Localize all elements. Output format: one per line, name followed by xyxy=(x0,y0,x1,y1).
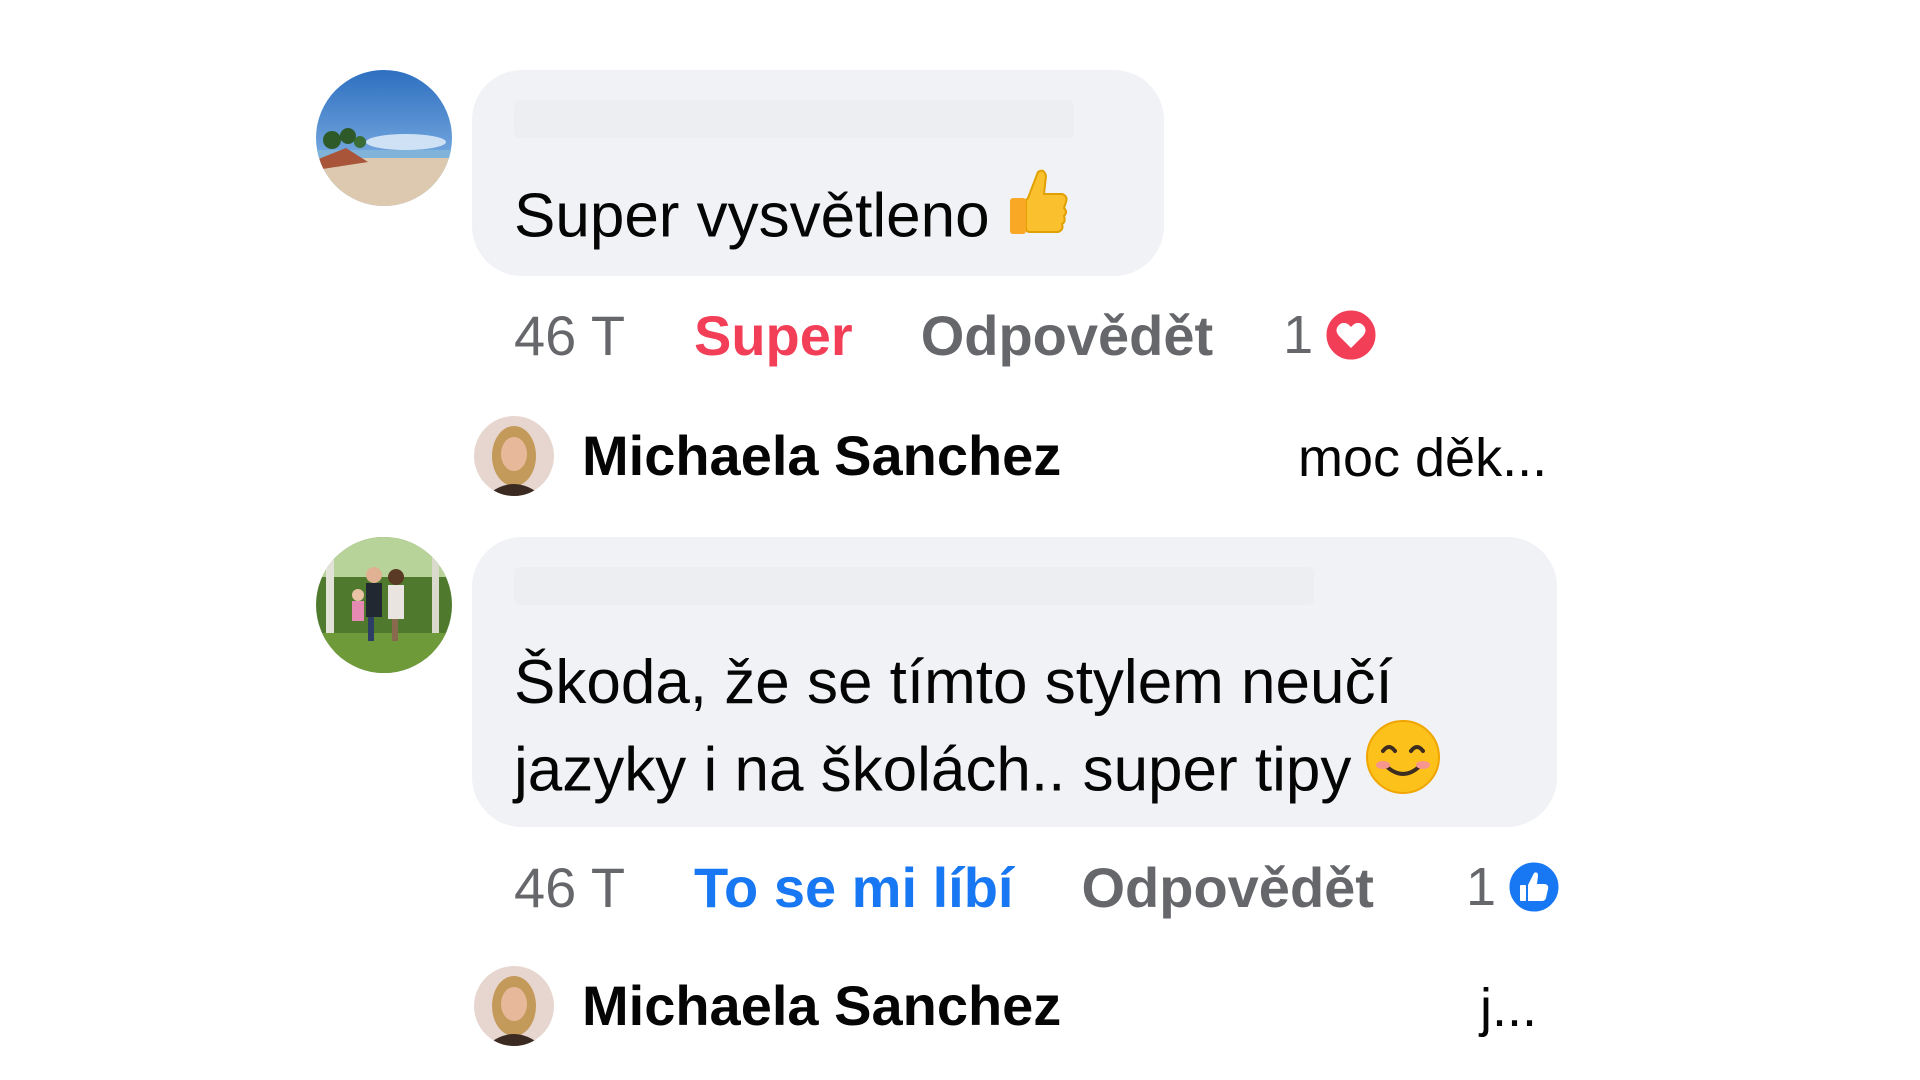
comment-actions: 46 T To se mi líbí Odpovědět 1 xyxy=(514,852,1562,922)
reply-snippet: j... xyxy=(1480,978,1538,1038)
family-photo xyxy=(316,537,452,673)
commenter-avatar-family[interactable] xyxy=(316,537,452,673)
reply-author-name[interactable]: Michaela Sanchez xyxy=(582,974,1061,1038)
comment-bubble: Super vysvětleno xyxy=(472,70,1164,276)
comment-timestamp[interactable]: 46 T xyxy=(514,855,694,920)
reply-preview-row[interactable]: Michaela Sanchez j... xyxy=(474,966,1574,1046)
reply-author-avatar xyxy=(474,416,554,496)
reply-preview-row[interactable]: Michaela Sanchez moc děk... xyxy=(474,416,1574,496)
beach-photo xyxy=(316,70,452,206)
comment-text: Škoda, že se tímto stylem neučí jazyky i… xyxy=(514,641,1524,823)
commenter-avatar-beach[interactable] xyxy=(316,70,452,206)
reaction-love-button[interactable]: Super xyxy=(694,303,853,368)
reply-author-name[interactable]: Michaela Sanchez xyxy=(582,424,1061,488)
reply-snippet: moc děk... xyxy=(1298,428,1548,488)
comment-text: Super vysvětleno xyxy=(514,169,1068,266)
thumbs-up-emoji xyxy=(1004,168,1068,260)
like-icon xyxy=(1506,859,1562,915)
reaction-summary[interactable]: 1 xyxy=(1466,856,1562,918)
reply-button[interactable]: Odpovědět xyxy=(921,303,1213,368)
redacted-author-name xyxy=(514,100,1074,138)
redacted-author-name xyxy=(514,567,1314,605)
comment-text-content: Super vysvětleno xyxy=(514,181,990,251)
reaction-like-button[interactable]: To se mi líbí xyxy=(694,855,1013,920)
reaction-summary[interactable]: 1 xyxy=(1283,304,1379,366)
comment-bubble: Škoda, že se tímto stylem neučí jazyky i… xyxy=(472,537,1557,827)
comments-thread: Super vysvětleno 46 T Super Odpovědět 1 … xyxy=(0,0,1920,1080)
comment-text-content: Škoda, že se tímto stylem neučí jazyky i… xyxy=(514,648,1410,805)
love-icon xyxy=(1323,307,1379,363)
comment-timestamp[interactable]: 46 T xyxy=(514,303,694,368)
reply-author-avatar xyxy=(474,966,554,1046)
smiling-face-emoji xyxy=(1365,719,1441,817)
reaction-count: 1 xyxy=(1465,857,1496,917)
comment-actions: 46 T Super Odpovědět 1 xyxy=(514,300,1379,370)
reaction-count: 1 xyxy=(1283,305,1314,365)
reply-button[interactable]: Odpovědět xyxy=(1081,855,1373,920)
